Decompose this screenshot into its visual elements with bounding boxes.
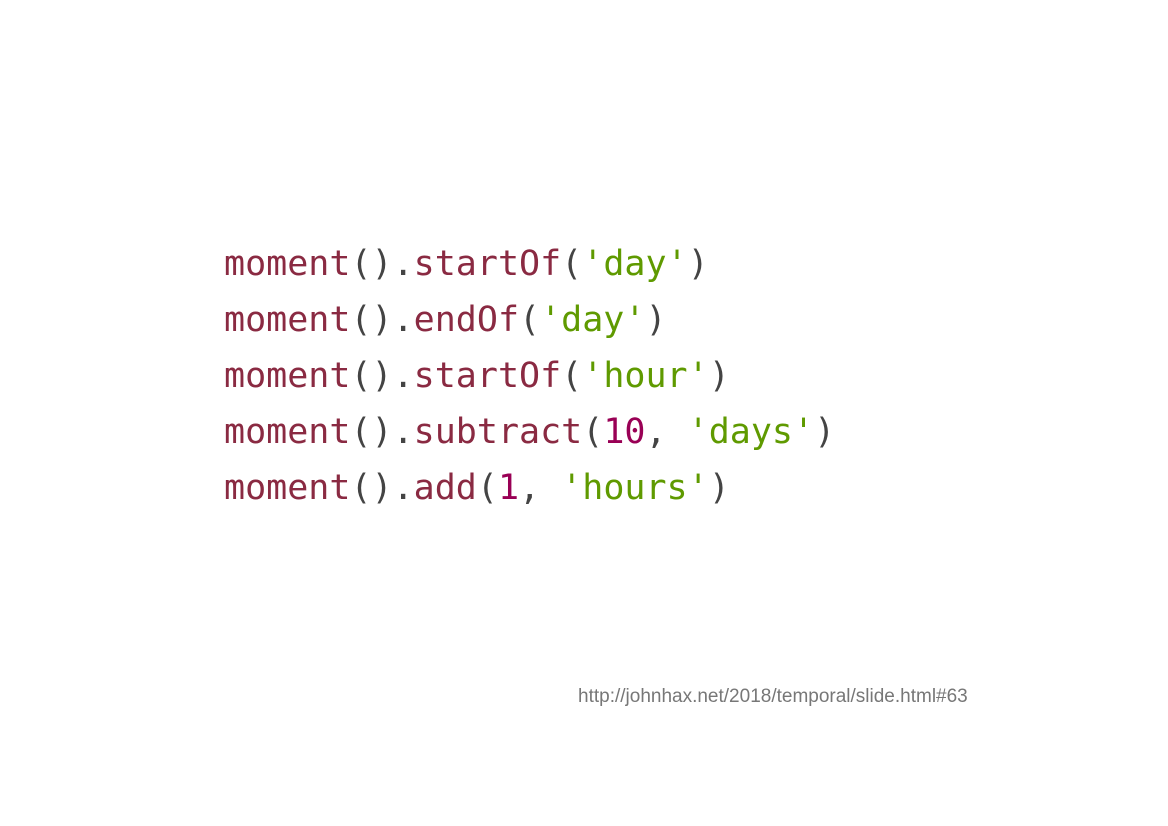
code-punctuation: (). bbox=[350, 356, 414, 396]
code-punctuation: (). bbox=[350, 468, 414, 508]
code-identifier: subtract bbox=[413, 412, 583, 452]
code-identifier: moment bbox=[224, 300, 351, 340]
code-identifier: moment bbox=[224, 244, 351, 284]
code-punctuation: ( bbox=[561, 356, 583, 396]
code-identifier: endOf bbox=[413, 300, 520, 340]
code-punctuation: ) bbox=[814, 412, 836, 452]
code-identifier: moment bbox=[224, 356, 351, 396]
code-punctuation: ) bbox=[687, 244, 709, 284]
code-punctuation: ( bbox=[519, 300, 541, 340]
code-identifier: startOf bbox=[413, 356, 562, 396]
code-punctuation: , bbox=[645, 412, 688, 452]
code-string: 'hours' bbox=[561, 468, 709, 508]
code-identifier: moment bbox=[224, 412, 351, 452]
code-block: moment().startOf('day') moment().endOf('d… bbox=[224, 236, 835, 516]
code-identifier: add bbox=[413, 468, 477, 508]
source-url: http://johnhax.net/2018/temporal/slide.h… bbox=[578, 686, 968, 707]
code-number: 1 bbox=[497, 468, 520, 508]
code-punctuation: ( bbox=[582, 412, 604, 452]
code-number: 10 bbox=[603, 412, 646, 452]
code-line: moment().subtract(10, 'days') bbox=[224, 404, 835, 460]
code-punctuation: , bbox=[519, 468, 562, 508]
code-string: 'day' bbox=[540, 300, 646, 340]
code-punctuation: ) bbox=[645, 300, 667, 340]
code-string: 'day' bbox=[582, 244, 688, 284]
code-punctuation: ( bbox=[561, 244, 583, 284]
code-punctuation: (). bbox=[350, 412, 414, 452]
code-line: moment().add(1, 'hours') bbox=[224, 460, 835, 516]
code-line: moment().startOf('hour') bbox=[224, 348, 835, 404]
code-string: 'hour' bbox=[582, 356, 709, 396]
code-punctuation: ( bbox=[476, 468, 498, 508]
code-identifier: moment bbox=[224, 468, 351, 508]
code-punctuation: ) bbox=[708, 356, 730, 396]
code-line: moment().endOf('day') bbox=[224, 292, 835, 348]
code-punctuation: (). bbox=[350, 244, 414, 284]
code-punctuation: ) bbox=[708, 468, 730, 508]
code-line: moment().startOf('day') bbox=[224, 236, 835, 292]
code-string: 'days' bbox=[687, 412, 815, 452]
code-punctuation: (). bbox=[350, 300, 414, 340]
code-identifier: startOf bbox=[413, 244, 562, 284]
